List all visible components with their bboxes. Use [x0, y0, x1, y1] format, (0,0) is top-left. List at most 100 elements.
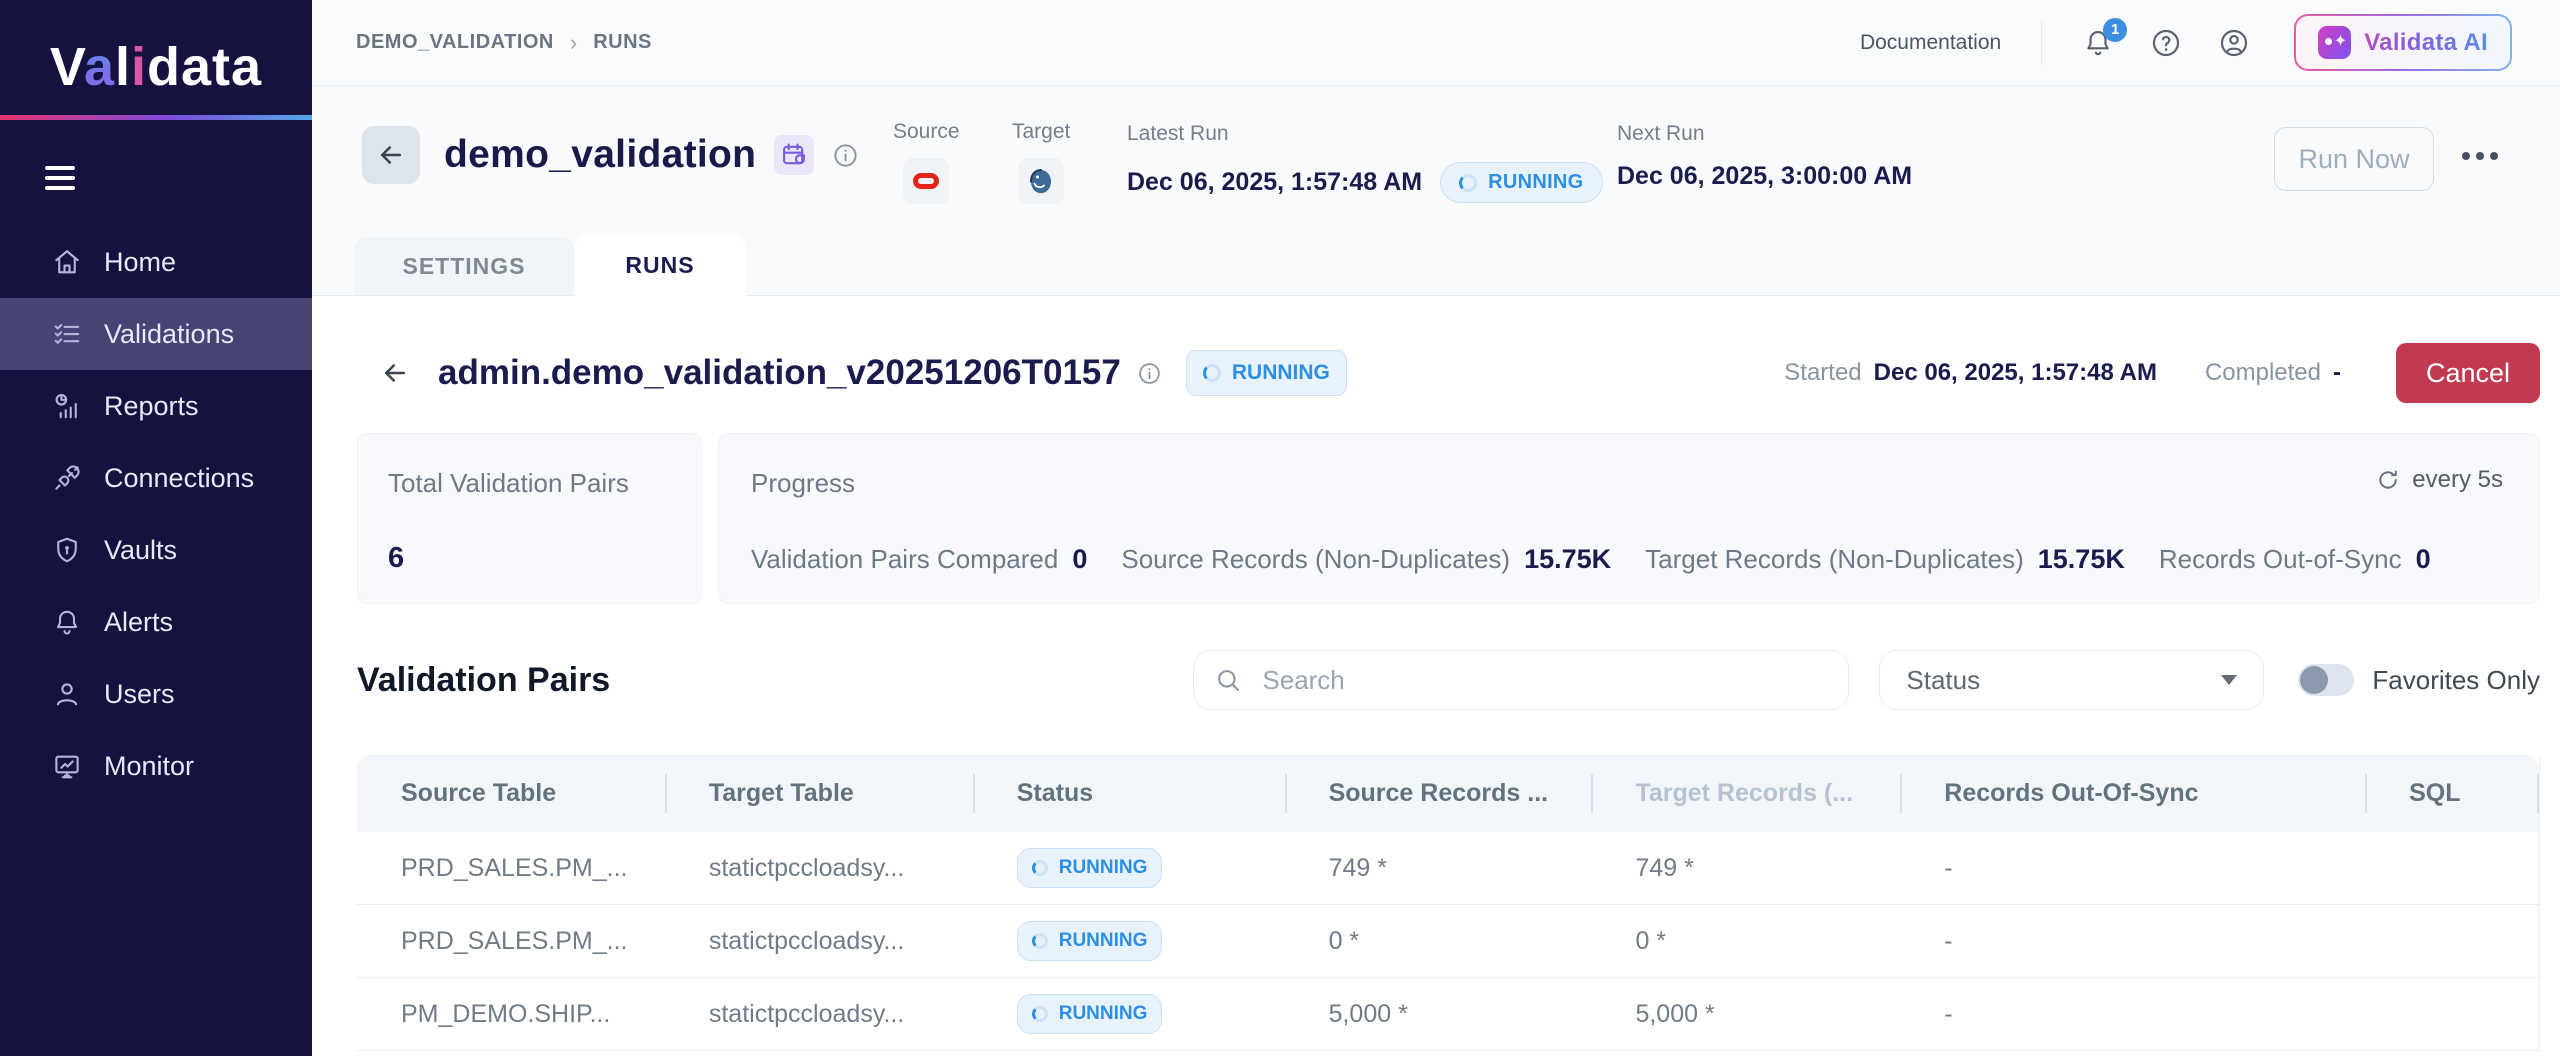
col-target-records[interactable]: Target Records (...: [1591, 755, 1900, 832]
validations-icon: [52, 319, 82, 349]
validation-info-button[interactable]: [832, 142, 859, 169]
search-icon: [1214, 666, 1242, 694]
run-back-button[interactable]: [380, 358, 410, 388]
cell-source-table: PRD_SALES.PM_...: [357, 854, 665, 883]
breadcrumb-current[interactable]: RUNS: [593, 31, 652, 54]
sidebar-item-home[interactable]: Home: [0, 226, 312, 298]
table-row[interactable]: PM_DEMO.SHIP... statictpccloadsy... RUNN…: [357, 978, 2539, 1051]
metric-out-of-sync: Records Out-of-Sync 0: [2159, 544, 2431, 575]
next-run-label: Next Run: [1617, 122, 1912, 146]
sidebar-item-label: Home: [104, 247, 176, 278]
sidebar-item-label: Validations: [104, 319, 234, 350]
question-icon: [2150, 27, 2182, 59]
col-target-table[interactable]: Target Table: [665, 755, 973, 832]
schedule-button[interactable]: [774, 135, 814, 175]
cancel-button[interactable]: Cancel: [2396, 343, 2540, 403]
main-area: DEMO_VALIDATION › RUNS Documentation 1: [312, 0, 2560, 1056]
tab-runs[interactable]: RUNS: [574, 234, 746, 296]
sidebar-nav: Home Validations Reports Connections Vau…: [0, 226, 312, 802]
menu-toggle-icon[interactable]: [45, 166, 75, 190]
more-options-button[interactable]: [2462, 152, 2498, 160]
spinner-icon: [1459, 174, 1477, 192]
topbar-divider: [2041, 21, 2042, 65]
table-header-row: Source Table Target Table Status Source …: [357, 755, 2539, 832]
status-filter-dropdown[interactable]: Status: [1879, 650, 2264, 710]
run-meta: Started Dec 06, 2025, 1:57:48 AM Complet…: [1784, 343, 2540, 403]
col-sql[interactable]: SQL: [2365, 755, 2539, 832]
sidebar: Validata Home Validations Reports Connec…: [0, 0, 312, 1056]
runs-content: admin.demo_validation_v20251206T0157 RUN…: [312, 296, 2560, 1056]
connections-icon: [52, 463, 82, 493]
sidebar-item-label: Monitor: [104, 751, 194, 782]
cell-target-records: 749 *: [1591, 854, 1900, 883]
cell-target-table: statictpccloadsy...: [665, 927, 973, 956]
sidebar-item-connections[interactable]: Connections: [0, 442, 312, 514]
cell-source-records: 749 *: [1285, 854, 1592, 883]
sidebar-item-label: Connections: [104, 463, 254, 494]
tab-bar: SETTINGS RUNS: [354, 234, 746, 295]
table-row[interactable]: PRD_SALES.PM_... statictpccloadsy... RUN…: [357, 905, 2539, 978]
completed-value: -: [2333, 359, 2341, 387]
table-row[interactable]: PRD_SALES.PM_... statictpccloadsy... RUN…: [357, 832, 2539, 905]
col-source-records[interactable]: Source Records ...: [1285, 755, 1592, 832]
cell-target-table: statictpccloadsy...: [665, 1000, 973, 1029]
started-time: Dec 06, 2025, 1:57:48 AM: [1874, 359, 2157, 387]
total-pairs-card: Total Validation Pairs 6: [357, 433, 702, 604]
user-circle-icon: [2218, 27, 2250, 59]
row-status-badge: RUNNING: [1017, 994, 1163, 1034]
sidebar-item-monitor[interactable]: Monitor: [0, 730, 312, 802]
source-label: Source: [893, 120, 960, 144]
cell-status: RUNNING: [973, 848, 1285, 888]
sidebar-item-reports[interactable]: Reports: [0, 370, 312, 442]
sidebar-item-alerts[interactable]: Alerts: [0, 586, 312, 658]
home-icon: [52, 247, 82, 277]
toggle-knob: [2300, 666, 2328, 694]
started-label: Started: [1784, 359, 1861, 387]
back-button[interactable]: [362, 126, 420, 184]
spinner-icon: [1032, 1006, 1048, 1022]
latest-run-time: Dec 06, 2025, 1:57:48 AM: [1127, 168, 1422, 197]
favorites-only-toggle[interactable]: [2298, 664, 2354, 696]
row-status-badge: RUNNING: [1017, 848, 1163, 888]
run-now-button[interactable]: Run Now: [2274, 127, 2434, 191]
reports-icon: [52, 391, 82, 421]
latest-run-label: Latest Run: [1127, 122, 1603, 146]
favorites-only-label: Favorites Only: [2372, 665, 2540, 696]
total-pairs-value: 6: [388, 542, 671, 575]
bell-icon: [52, 607, 82, 637]
progress-label: Progress: [751, 468, 2507, 499]
documentation-link[interactable]: Documentation: [1860, 31, 2001, 55]
validata-logo: Validata: [0, 0, 312, 115]
tab-settings[interactable]: SETTINGS: [354, 237, 574, 295]
sidebar-item-label: Alerts: [104, 607, 173, 638]
run-info-button[interactable]: [1137, 361, 1162, 386]
account-button[interactable]: [2218, 27, 2250, 59]
cell-out-of-sync: -: [1900, 1000, 2365, 1029]
search-input[interactable]: [1262, 665, 1828, 696]
col-records-out-of-sync[interactable]: Records Out-Of-Sync: [1900, 755, 2365, 832]
metric-source-records: Source Records (Non-Duplicates) 15.75K: [1121, 544, 1611, 575]
next-run-time: Dec 06, 2025, 3:00:00 AM: [1617, 162, 1912, 191]
help-button[interactable]: [2150, 27, 2182, 59]
next-run-block: Next Run Dec 06, 2025, 3:00:00 AM: [1617, 122, 1912, 191]
shield-lock-icon: [52, 535, 82, 565]
validata-ai-button[interactable]: ✦ Validata AI: [2294, 14, 2512, 71]
col-source-table[interactable]: Source Table: [357, 755, 665, 832]
notification-count-badge: 1: [2103, 18, 2127, 42]
col-status[interactable]: Status: [973, 755, 1285, 832]
sidebar-item-validations[interactable]: Validations: [0, 298, 312, 370]
postgresql-icon: [1018, 158, 1064, 204]
pairs-filters: Status Favorites Only: [1193, 650, 2540, 710]
sidebar-item-users[interactable]: Users: [0, 658, 312, 730]
latest-run-block: Latest Run Dec 06, 2025, 1:57:48 AM RUNN…: [1127, 122, 1603, 203]
refresh-icon[interactable]: [2376, 468, 2400, 492]
breadcrumb-parent[interactable]: DEMO_VALIDATION: [356, 31, 554, 54]
metric-target-records: Target Records (Non-Duplicates) 15.75K: [1645, 544, 2125, 575]
metric-pairs-compared: Validation Pairs Compared 0: [751, 544, 1087, 575]
validation-pairs-table: Source Table Target Table Status Source …: [357, 755, 2540, 1051]
pairs-heading: Validation Pairs: [357, 661, 610, 700]
cell-out-of-sync: -: [1900, 854, 2365, 883]
topbar-actions: Documentation 1 ✦ Validata AI: [1860, 14, 2512, 71]
notifications-button[interactable]: 1: [2082, 27, 2114, 59]
sidebar-item-vaults[interactable]: Vaults: [0, 514, 312, 586]
